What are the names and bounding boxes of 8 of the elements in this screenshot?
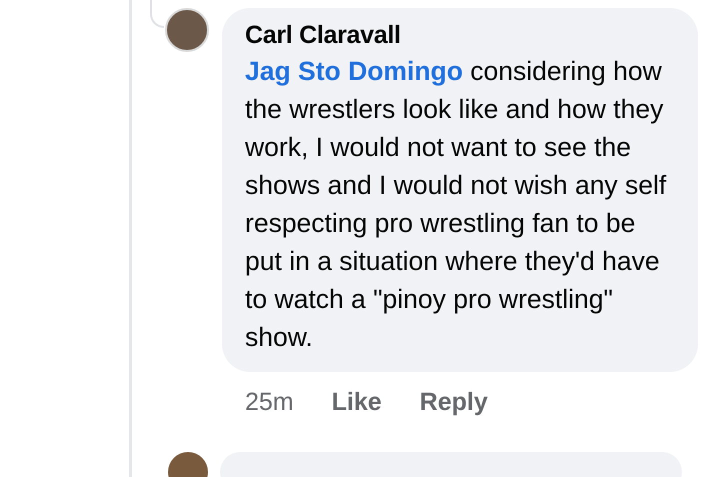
action-link[interactable]: Reply <box>420 384 488 422</box>
timestamp: 25m <box>245 387 294 418</box>
thread-line <box>150 0 164 28</box>
comment-text: Jag Sto Domingo considering how the wrestlers look like and how they work, I would not want to see the shows and I would not wish any self respecting pro wrestling fan to be put in a situation where they'd have to watch a "pinoy pro wrestling" show. <box>245 55 668 354</box>
mention-link[interactable]: Jag Sto Domingo <box>245 56 463 86</box>
action-link[interactable]: Like <box>332 384 382 422</box>
avatar[interactable] <box>165 8 209 52</box>
author-name[interactable]: Carl Claravall <box>245 20 672 50</box>
